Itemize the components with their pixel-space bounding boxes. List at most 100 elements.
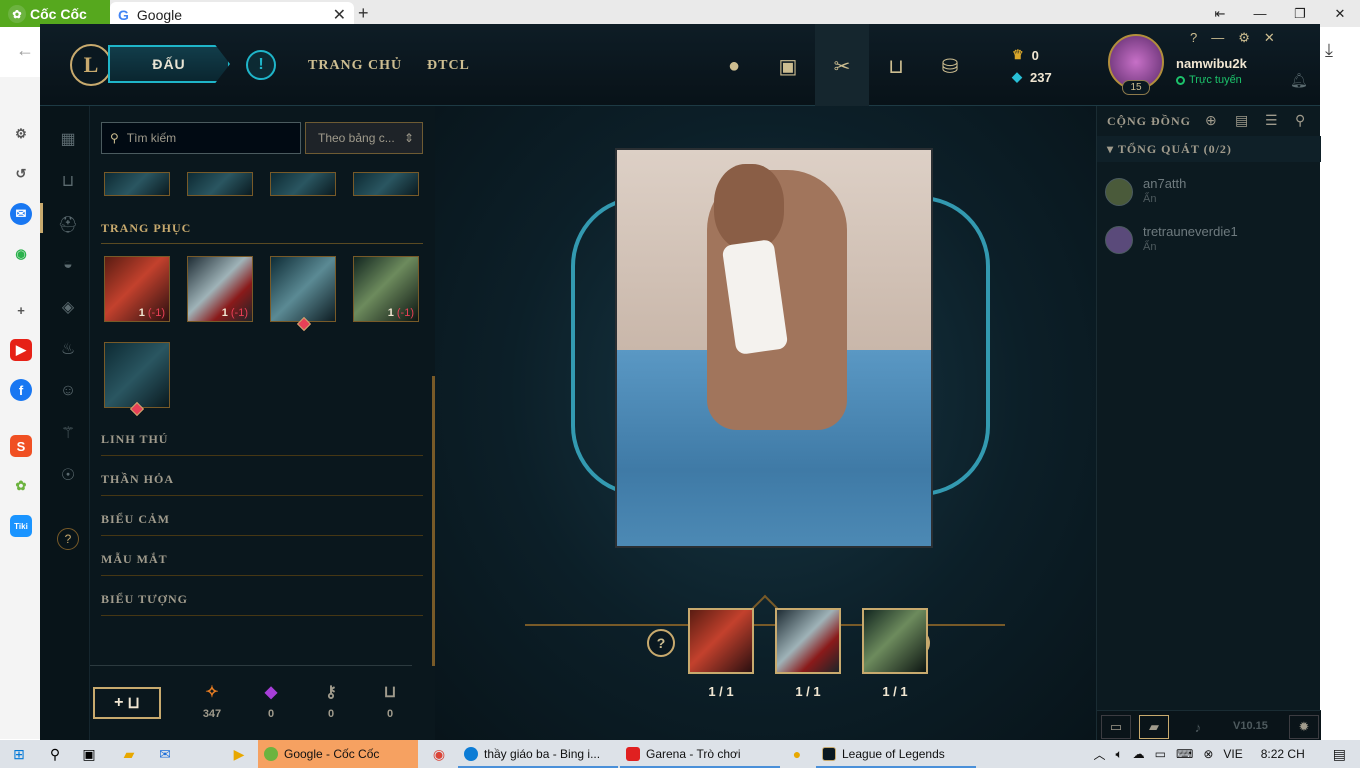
list-item[interactable] [270, 172, 336, 196]
notification-icon[interactable]: ▤ [1333, 746, 1346, 763]
nav-home[interactable]: TRANG CHỦ [308, 58, 402, 74]
media-player-icon[interactable]: ▶ [228, 744, 250, 764]
taskbar-item-coccoc[interactable]: Google - Cốc Cốc [258, 740, 418, 768]
search-friends-icon[interactable]: ⚲ [1295, 112, 1305, 129]
emote-icon[interactable]: ☺ [57, 380, 79, 402]
taskbar-item-edge[interactable]: thầy giáo ba - Bing i... [458, 740, 618, 768]
loadout-slot[interactable] [688, 608, 754, 674]
tiki-icon[interactable]: Tiki [10, 515, 32, 537]
chest-tab-icon[interactable]: ⊔ [57, 170, 79, 192]
language-indicator[interactable]: VIE [1223, 747, 1242, 761]
add-friend-icon[interactable]: ⊕ [1205, 112, 1217, 129]
question-icon[interactable]: ? [57, 528, 79, 550]
section-eye-patterns[interactable]: MẪU MẮT [101, 552, 423, 576]
download-icon[interactable]: ⤓ [1325, 40, 1333, 61]
ime-icon[interactable]: ⊗ [1203, 747, 1213, 761]
close-window-button[interactable]: ✕ [1320, 0, 1360, 27]
skins-heading[interactable]: TRANG PHỤC [101, 221, 423, 244]
grid-icon[interactable]: ▦ [57, 128, 79, 150]
online-status[interactable]: Trực tuyến [1176, 74, 1242, 86]
friend-item[interactable]: an7atth Ẩn [1105, 176, 1315, 216]
bug-report-icon[interactable]: ✹ [1289, 715, 1319, 739]
client-close-button[interactable]: ✕ [1264, 30, 1275, 46]
window-sidebar-button[interactable]: ⇤ [1200, 0, 1240, 27]
username[interactable]: namwibu2k [1176, 56, 1247, 71]
chat-icon[interactable]: ▭ [1101, 715, 1131, 739]
section-summoner-spells[interactable]: THẦN HỎA [101, 472, 423, 496]
user-icon[interactable]: ☉ [57, 464, 79, 486]
loot-icon[interactable]: ✂ [829, 53, 855, 79]
search-icon[interactable]: ⚲ [44, 744, 66, 764]
history-icon[interactable]: ↺ [10, 163, 32, 185]
store-icon[interactable]: ⛁ [937, 53, 963, 79]
notes-icon[interactable]: ▰ [1139, 715, 1169, 739]
skin-thumb[interactable]: 1 (-1) [104, 256, 170, 322]
skin-thumb[interactable]: 1 (-1) [353, 256, 419, 322]
nav-tft[interactable]: ĐTCL [427, 58, 470, 74]
loadout-slot[interactable] [775, 608, 841, 674]
list-item[interactable] [104, 172, 170, 196]
list-item[interactable] [187, 172, 253, 196]
file-explorer-icon[interactable]: ▰ [118, 744, 140, 764]
taskbar-item-garena[interactable]: Garena - Trò chơi [620, 740, 780, 768]
section-icons[interactable]: BIỂU TƯỢNG [101, 592, 423, 616]
skin-thumb[interactable]: 1 (-1) [187, 256, 253, 322]
play-button[interactable]: ĐẤU [108, 45, 230, 83]
game-controller-icon[interactable]: ◉ [10, 243, 32, 265]
friend-group-header[interactable]: ▾ TỔNG QUÁT (0/2) [1097, 136, 1321, 162]
profile-icon[interactable]: ● [721, 53, 747, 79]
currency-display[interactable]: ♛ 0 ◆ 237 [1012, 44, 1052, 88]
keyboard-icon[interactable]: ⌨ [1176, 747, 1193, 761]
add-folder-icon[interactable]: ▤ [1235, 112, 1248, 129]
volume-icon[interactable]: 🔈︎ [1115, 747, 1122, 762]
ward-icon[interactable]: ◈ [57, 296, 79, 318]
cloud-icon[interactable]: ☁ [1133, 747, 1145, 761]
youtube-icon[interactable]: ▶ [10, 339, 32, 361]
coin-icon[interactable]: ● [786, 744, 808, 764]
search-input[interactable]: ⚲ Tìm kiếm [101, 122, 301, 154]
rune-icon[interactable]: ⚚ [57, 422, 79, 444]
champion-helmet-icon[interactable]: ⛑ [57, 214, 79, 236]
friend-item[interactable]: tretrauneverdie1 Ẩn [1105, 224, 1315, 264]
chrome-icon[interactable]: ◉ [428, 744, 450, 764]
flame-icon[interactable]: ♨ [57, 338, 79, 360]
section-emotes[interactable]: BIỂU CẢM [101, 512, 423, 536]
network-icon[interactable]: ▭ [1155, 747, 1166, 761]
minimize-button[interactable]: — [1240, 0, 1280, 27]
collection-icon[interactable]: ▣ [775, 53, 801, 79]
coccoc-logo[interactable]: ✿ Cốc Cốc [8, 3, 104, 25]
skin-thumb[interactable] [104, 342, 170, 408]
mask-icon[interactable]: ◒ [57, 254, 79, 276]
loadout-slot[interactable] [862, 608, 928, 674]
microphone-icon[interactable]: ♪ [1183, 715, 1213, 739]
tray-chevron-icon[interactable]: ︿ [1093, 746, 1105, 763]
add-shortcut-icon[interactable]: + [10, 299, 32, 321]
crafting-icon[interactable]: ⊔ [883, 53, 909, 79]
mail-icon[interactable]: ✉ [154, 744, 176, 764]
new-tab-button[interactable]: + [358, 3, 369, 24]
bell-icon[interactable]: 🔔︎ [1290, 72, 1308, 89]
taskbar-item-league[interactable]: League of Legends [816, 740, 976, 768]
league-logo-icon[interactable]: L [70, 44, 112, 86]
list-item[interactable] [353, 172, 419, 196]
facebook-icon[interactable]: f [10, 379, 32, 401]
add-loot-button[interactable]: + ⊔ [93, 687, 161, 719]
maximize-button[interactable]: ❐ [1280, 0, 1320, 27]
settings-icon[interactable]: ⚙ [10, 123, 32, 145]
help-button[interactable]: ? [1190, 30, 1197, 46]
section-ward-skins[interactable]: LINH THÚ [101, 432, 423, 456]
list-icon[interactable]: ☰ [1265, 112, 1278, 129]
task-view-icon[interactable]: ▣ [78, 744, 100, 764]
clock[interactable]: 8:22 CH [1261, 747, 1305, 761]
preview-help-button[interactable]: ? [647, 629, 675, 657]
shopee-icon[interactable]: S [10, 435, 32, 457]
windows-start-icon[interactable]: ⊞ [8, 744, 30, 764]
alert-icon[interactable]: ! [246, 50, 276, 80]
coccoc-map-icon[interactable]: ✿ [10, 475, 32, 497]
back-arrow-icon[interactable]: ← [16, 40, 34, 61]
sort-dropdown[interactable]: Theo bảng c... ⇕ [305, 122, 423, 154]
settings-button[interactable]: ⚙ [1238, 30, 1250, 46]
tab-close-icon[interactable]: ✕ [333, 5, 346, 25]
messenger-icon[interactable]: ✉ [10, 203, 32, 225]
skin-thumb[interactable] [270, 256, 336, 322]
